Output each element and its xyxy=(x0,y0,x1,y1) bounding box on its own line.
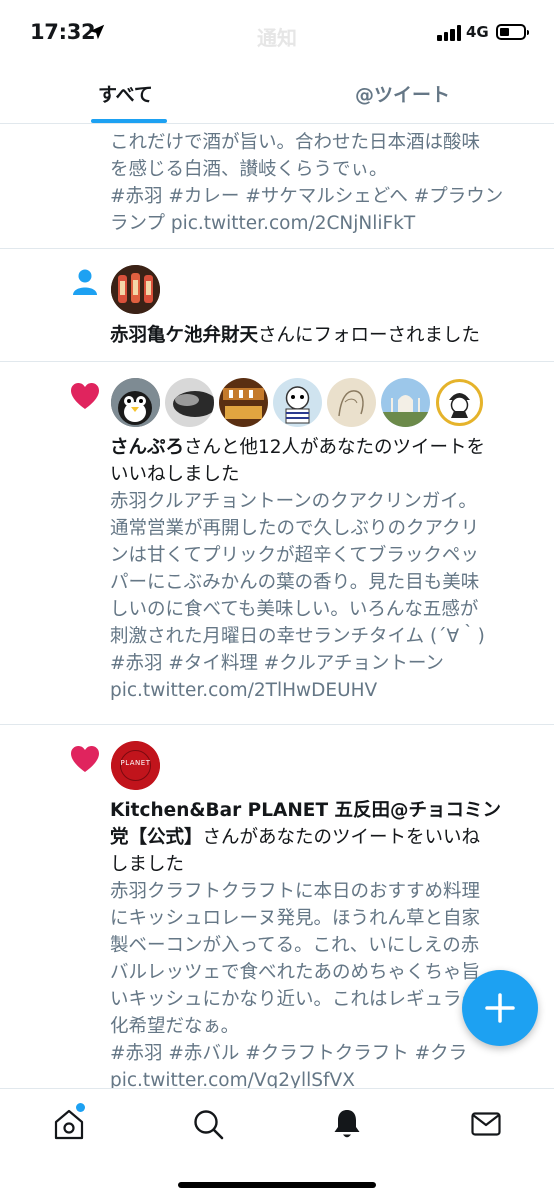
avatar[interactable] xyxy=(219,378,268,427)
heart-icon xyxy=(71,746,99,772)
notification-text: さんぷろさんと他12人があなたのツイートを いいねしました xyxy=(110,434,530,488)
avatar-logo-text: PLANET xyxy=(120,759,151,767)
avatar[interactable]: PLANET xyxy=(111,741,160,790)
avatar[interactable] xyxy=(327,378,376,427)
notification-item[interactable]: 赤羽亀ケ池弁財天さんにフォローされました xyxy=(0,249,554,362)
home-badge-dot xyxy=(76,1103,85,1112)
notification-tabs: すべて @ツイート xyxy=(0,66,554,124)
status-bar: 17:32 通知 4G xyxy=(0,0,554,66)
home-icon xyxy=(54,1109,84,1140)
nav-notifications[interactable] xyxy=(330,1107,364,1141)
active-tab-indicator xyxy=(91,119,167,123)
bell-icon xyxy=(334,1110,360,1138)
tweet-body: これだけで酒が旨い。合わせた日本酒は酸味 を感じる白酒、讃岐くらうでぃ。 #赤羽… xyxy=(110,132,504,234)
liked-tweet-text: 赤羽クルアチョントーンのクアクリンガイ。 通常営業が再開したので久しぶりのクアク… xyxy=(110,491,485,701)
person-icon xyxy=(73,269,97,295)
avatar[interactable] xyxy=(111,265,160,314)
notification-item[interactable]: これだけで酒が旨い。合わせた日本酒は酸味 を感じる白酒、讃岐くらうでぃ。 #赤羽… xyxy=(0,125,554,249)
notification-item[interactable]: さんぷろさんと他12人があなたのツイートを いいねしました 赤羽クルアチョントー… xyxy=(0,362,554,725)
nav-messages[interactable] xyxy=(469,1107,503,1141)
follower-name[interactable]: 赤羽亀ケ池弁財天 xyxy=(110,325,258,346)
nav-home[interactable] xyxy=(52,1103,86,1141)
tab-mentions[interactable]: @ツイート xyxy=(355,80,450,107)
compose-tweet-button[interactable] xyxy=(462,970,538,1046)
battery-icon xyxy=(496,24,529,40)
nav-search[interactable] xyxy=(191,1107,225,1141)
plus-icon xyxy=(485,993,515,1023)
notification-text: Kitchen&Bar PLANET 五反田@チョコミン 党【公式】さんがあなた… xyxy=(110,797,530,878)
avatar[interactable] xyxy=(165,378,214,427)
avatar[interactable] xyxy=(273,378,322,427)
notification-feed[interactable]: これだけで酒が旨い。合わせた日本酒は酸味 を感じる白酒、讃岐くらうでぃ。 #赤羽… xyxy=(0,125,554,1088)
avatar[interactable] xyxy=(435,378,484,427)
avatar[interactable] xyxy=(381,378,430,427)
liker-name[interactable]: さんぷろ xyxy=(110,437,184,458)
network-type: 4G xyxy=(466,23,489,41)
tweet-text: これだけで酒が旨い。合わせた日本酒は酸味 を感じる白酒、讃岐くらうでぃ。 #赤羽… xyxy=(110,129,530,237)
home-indicator xyxy=(178,1182,376,1188)
notification-action: さんにフォローされました xyxy=(258,325,481,346)
search-icon xyxy=(194,1110,224,1140)
tab-all[interactable]: すべて xyxy=(98,80,153,107)
notification-text: 赤羽亀ケ池弁財天さんにフォローされました xyxy=(110,322,530,349)
mail-icon xyxy=(471,1112,501,1136)
avatar[interactable] xyxy=(111,378,160,427)
cellular-signal-icon xyxy=(437,25,463,41)
heart-icon xyxy=(71,383,99,409)
